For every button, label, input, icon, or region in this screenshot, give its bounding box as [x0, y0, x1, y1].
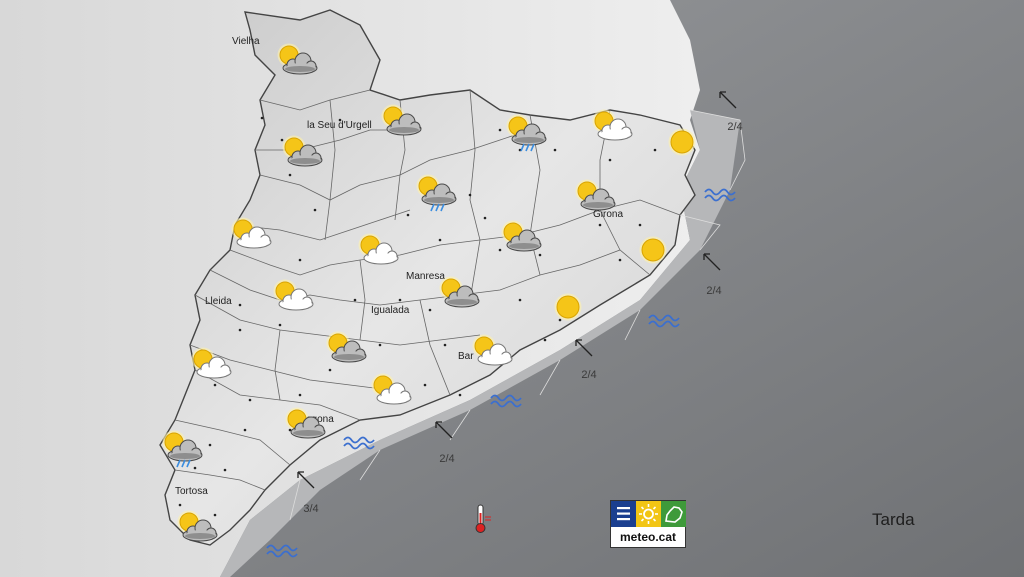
logo-menu-icon [611, 501, 636, 527]
logo-map-icon [661, 501, 686, 527]
city-label: la Seu d'Urgell [307, 120, 372, 131]
town-dot [398, 298, 402, 302]
sea-state-label: 2/4 [727, 121, 742, 133]
city-label: Vielha [232, 36, 260, 47]
town-dot [518, 298, 522, 302]
city-label: Manresa [406, 271, 445, 282]
city-label: Tortosa [175, 486, 208, 497]
town-dot [598, 223, 602, 227]
town-dot [498, 248, 502, 252]
town-dot [288, 173, 292, 177]
town-dot [298, 393, 302, 397]
town-dot [313, 208, 317, 212]
city-label: Girona [593, 209, 623, 220]
town-dot [278, 323, 282, 327]
map-canvas: Vielha la Seu d'Urgell Girona Manresa Lleida… [0, 0, 1024, 577]
town-dot [223, 468, 227, 472]
town-dot [243, 428, 247, 432]
town-dot [428, 308, 432, 312]
city-label: Bar [458, 351, 474, 362]
sea-state-label: 2/4 [439, 453, 454, 465]
logo-text: meteo.cat [619, 530, 677, 544]
sea-state-label: 2/4 [581, 369, 596, 381]
sun-icon [554, 293, 582, 321]
city-label: Igualada [371, 305, 410, 316]
weather-map: Vielha la Seu d'Urgell Girona Manresa Lleida… [0, 0, 1024, 577]
town-dot [483, 216, 487, 220]
town-dot [298, 258, 302, 262]
town-dot [498, 128, 502, 132]
town-dot [468, 193, 472, 197]
town-dot [260, 116, 264, 120]
town-dot [443, 343, 447, 347]
town-dot [608, 158, 612, 162]
town-dot [213, 383, 217, 387]
town-dot [208, 443, 212, 447]
town-dot [558, 318, 562, 322]
town-dot [213, 513, 217, 517]
town-dot [553, 148, 557, 152]
town-dot [458, 393, 462, 397]
town-dot [238, 303, 242, 307]
town-dot [193, 466, 197, 470]
town-dot [353, 298, 357, 302]
town-dot [248, 398, 252, 402]
town-dot [328, 368, 332, 372]
city-label: Lleida [205, 296, 232, 307]
logo-sun-icon [636, 501, 661, 527]
town-dot [538, 253, 542, 257]
town-dot [238, 328, 242, 332]
town-dot [543, 338, 547, 342]
town-dot [178, 503, 182, 507]
sun-icon [639, 236, 667, 264]
town-dot [423, 383, 427, 387]
sea-state-label: 2/4 [706, 285, 721, 297]
town-dot [438, 238, 442, 242]
town-dot [280, 138, 284, 142]
sea-state-label: 3/4 [303, 503, 318, 515]
meteocat-logo: meteo.cat [610, 500, 686, 548]
town-dot [378, 343, 382, 347]
town-dot [653, 148, 657, 152]
period-label: Tarda [872, 510, 915, 529]
sun-icon [668, 128, 696, 156]
town-dot [406, 213, 410, 217]
town-dot [618, 258, 622, 262]
town-dot [638, 223, 642, 227]
